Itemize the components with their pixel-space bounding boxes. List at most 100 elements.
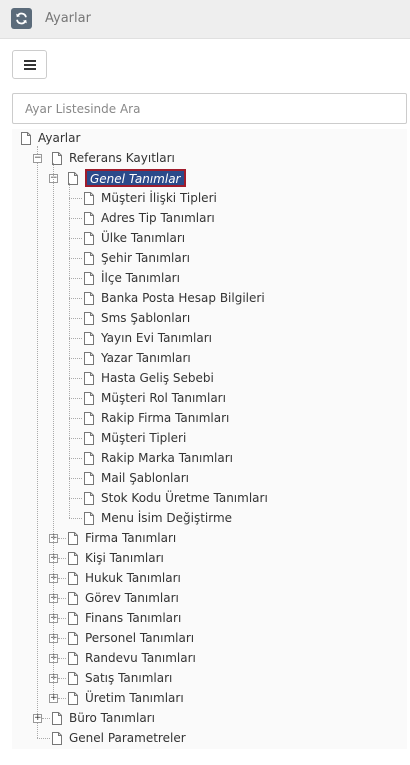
tree-node-buro[interactable]: Büro Tanımları — [52, 709, 155, 727]
tree-node-label: Sms Şablonları — [101, 311, 191, 325]
tree-node-label: Büro Tanımları — [69, 711, 155, 725]
tree-connector-line — [58, 538, 66, 539]
tree-connector-line — [69, 338, 82, 339]
tree-node-genel-child[interactable]: Stok Kodu Üretme Tanımları — [84, 489, 268, 507]
tree-node-genel-child[interactable]: Adres Tip Tanımları — [84, 209, 215, 227]
tree-node-label: Şehir Tanımları — [101, 251, 190, 265]
file-icon — [68, 591, 78, 605]
file-icon — [68, 671, 78, 685]
tree-connector-line — [69, 198, 82, 199]
tree-node-genel-child[interactable]: Müşteri Rol Tanımları — [84, 389, 226, 407]
tree-connector-line — [69, 258, 82, 259]
tree-node-genel-child[interactable]: Müşteri Tipleri — [84, 429, 186, 447]
tree-node-label: Personel Tanımları — [85, 631, 195, 645]
tree-connector-line — [42, 718, 50, 719]
tree-node-label: Mail Şablonları — [101, 471, 190, 485]
tree-node-genel-child[interactable]: Ülke Tanımları — [84, 229, 185, 247]
tree-node-label: Satış Tanımları — [85, 671, 173, 685]
tree-node-referans-group[interactable]: Kişi Tanımları — [68, 549, 164, 567]
tree-connector-line — [58, 678, 66, 679]
file-icon — [84, 251, 94, 265]
tree-connector-line — [69, 318, 82, 319]
search-input[interactable] — [12, 93, 407, 124]
header-bar: Ayarlar — [0, 0, 410, 38]
file-icon — [84, 491, 94, 505]
tree-connector-line — [53, 163, 54, 694]
tree-node-genel-child[interactable]: Yazar Tanımları — [84, 349, 191, 367]
file-icon — [84, 331, 94, 345]
file-icon — [84, 371, 94, 385]
toggle-buro[interactable]: + — [33, 714, 42, 723]
tree-node-genel-child[interactable]: Menu İsim Değiştirme — [84, 509, 232, 527]
file-icon — [68, 631, 78, 645]
tree-node-genel-child[interactable]: Hasta Geliş Sebebi — [84, 369, 214, 387]
tree-node-referans-group[interactable]: Üretim Tanımları — [68, 689, 184, 707]
tree-node-ayarlar[interactable]: Ayarlar — [21, 129, 80, 147]
file-icon — [68, 571, 78, 585]
tree-connector-line — [37, 723, 38, 738]
tree-connector-line — [69, 458, 82, 459]
tree-node-genel-child[interactable]: Şehir Tanımları — [84, 249, 190, 267]
tree-connector-line — [58, 618, 66, 619]
tree-node-label: Ülke Tanımları — [101, 231, 186, 245]
tree-node-label: İlçe Tanımları — [101, 271, 180, 285]
tree-connector-line — [58, 658, 66, 659]
tree-node-genel-child[interactable]: Rakip Firma Tanımları — [84, 409, 229, 427]
file-icon — [84, 391, 94, 405]
tree-node-label: Hukuk Tanımları — [85, 571, 181, 585]
tree-node-genel-child[interactable]: İlçe Tanımları — [84, 269, 180, 287]
tree-node-genel-child[interactable]: Banka Posta Hesap Bilgileri — [84, 289, 265, 307]
tree-connector-line — [37, 738, 50, 739]
tree-node-genel-child[interactable]: Yayın Evi Tanımları — [84, 329, 212, 347]
refresh-icon — [16, 12, 27, 25]
file-icon — [84, 511, 94, 525]
tree-node-label: Referans Kayıtları — [69, 151, 175, 165]
file-icon — [84, 291, 94, 305]
tree-node-referans[interactable]: Referans Kayıtları — [52, 149, 175, 167]
tree-connector-line — [69, 378, 82, 379]
tree-connector-line — [69, 438, 82, 439]
page-title: Ayarlar — [45, 11, 91, 26]
toggle-referans[interactable]: − — [33, 154, 42, 163]
tree-node-label: Ayarlar — [38, 131, 81, 145]
file-icon — [84, 471, 94, 485]
file-icon — [68, 551, 78, 565]
tree-connector-line — [69, 238, 82, 239]
tree-node-label: Menu İsim Değiştirme — [101, 511, 233, 525]
tree-node-genel-child[interactable]: Rakip Marka Tanımları — [84, 449, 233, 467]
tree-connector-line — [37, 146, 38, 154]
tree-node-label: Adres Tip Tanımları — [101, 211, 215, 225]
tree-node-genel-parametreler[interactable]: Genel Parametreler — [52, 729, 186, 747]
tree-connector-line — [69, 218, 82, 219]
tree-node-referans-group[interactable]: Finans Tanımları — [68, 609, 181, 627]
tree-node-genel-child[interactable]: Mail Şablonları — [84, 469, 189, 487]
refresh-button[interactable] — [11, 8, 32, 29]
file-icon — [84, 271, 94, 285]
tree-node-referans-group[interactable]: Görev Tanımları — [68, 589, 179, 607]
tree-node-genel-child[interactable]: Sms Şablonları — [84, 309, 190, 327]
tree-connector-line — [69, 183, 70, 518]
tree-node-genel-child[interactable]: Müşteri İlişki Tipleri — [84, 189, 217, 207]
tree-node-referans-group[interactable]: Firma Tanımları — [68, 529, 176, 547]
file-icon — [84, 431, 94, 445]
file-icon — [52, 711, 62, 725]
file-icon — [84, 451, 94, 465]
tree-node-referans-group[interactable]: Personel Tanımları — [68, 629, 194, 647]
file-icon — [84, 411, 94, 425]
tree-node-referans-group[interactable]: Satış Tanımları — [68, 669, 172, 687]
tree-node-label: Randevu Tanımları — [85, 651, 196, 665]
tree-node-referans-group[interactable]: Randevu Tanımları — [68, 649, 196, 667]
tree-node-genel-tanimlar[interactable]: Genel Tanımlar — [68, 169, 186, 187]
tree-node-label: Firma Tanımları — [85, 531, 177, 545]
tree-node-label: Finans Tanımları — [85, 611, 182, 625]
file-icon — [52, 731, 62, 745]
file-icon — [68, 611, 78, 625]
toggle-referans-group[interactable]: + — [49, 694, 58, 703]
tree-node-referans-group[interactable]: Hukuk Tanımları — [68, 569, 181, 587]
tree-connector-line — [69, 358, 82, 359]
menu-button[interactable] — [12, 50, 47, 79]
tree-node-label: Rakip Marka Tanımları — [101, 451, 233, 465]
tree-connector-line — [69, 498, 82, 499]
tree-connector-line — [37, 163, 38, 714]
file-icon — [84, 191, 94, 205]
